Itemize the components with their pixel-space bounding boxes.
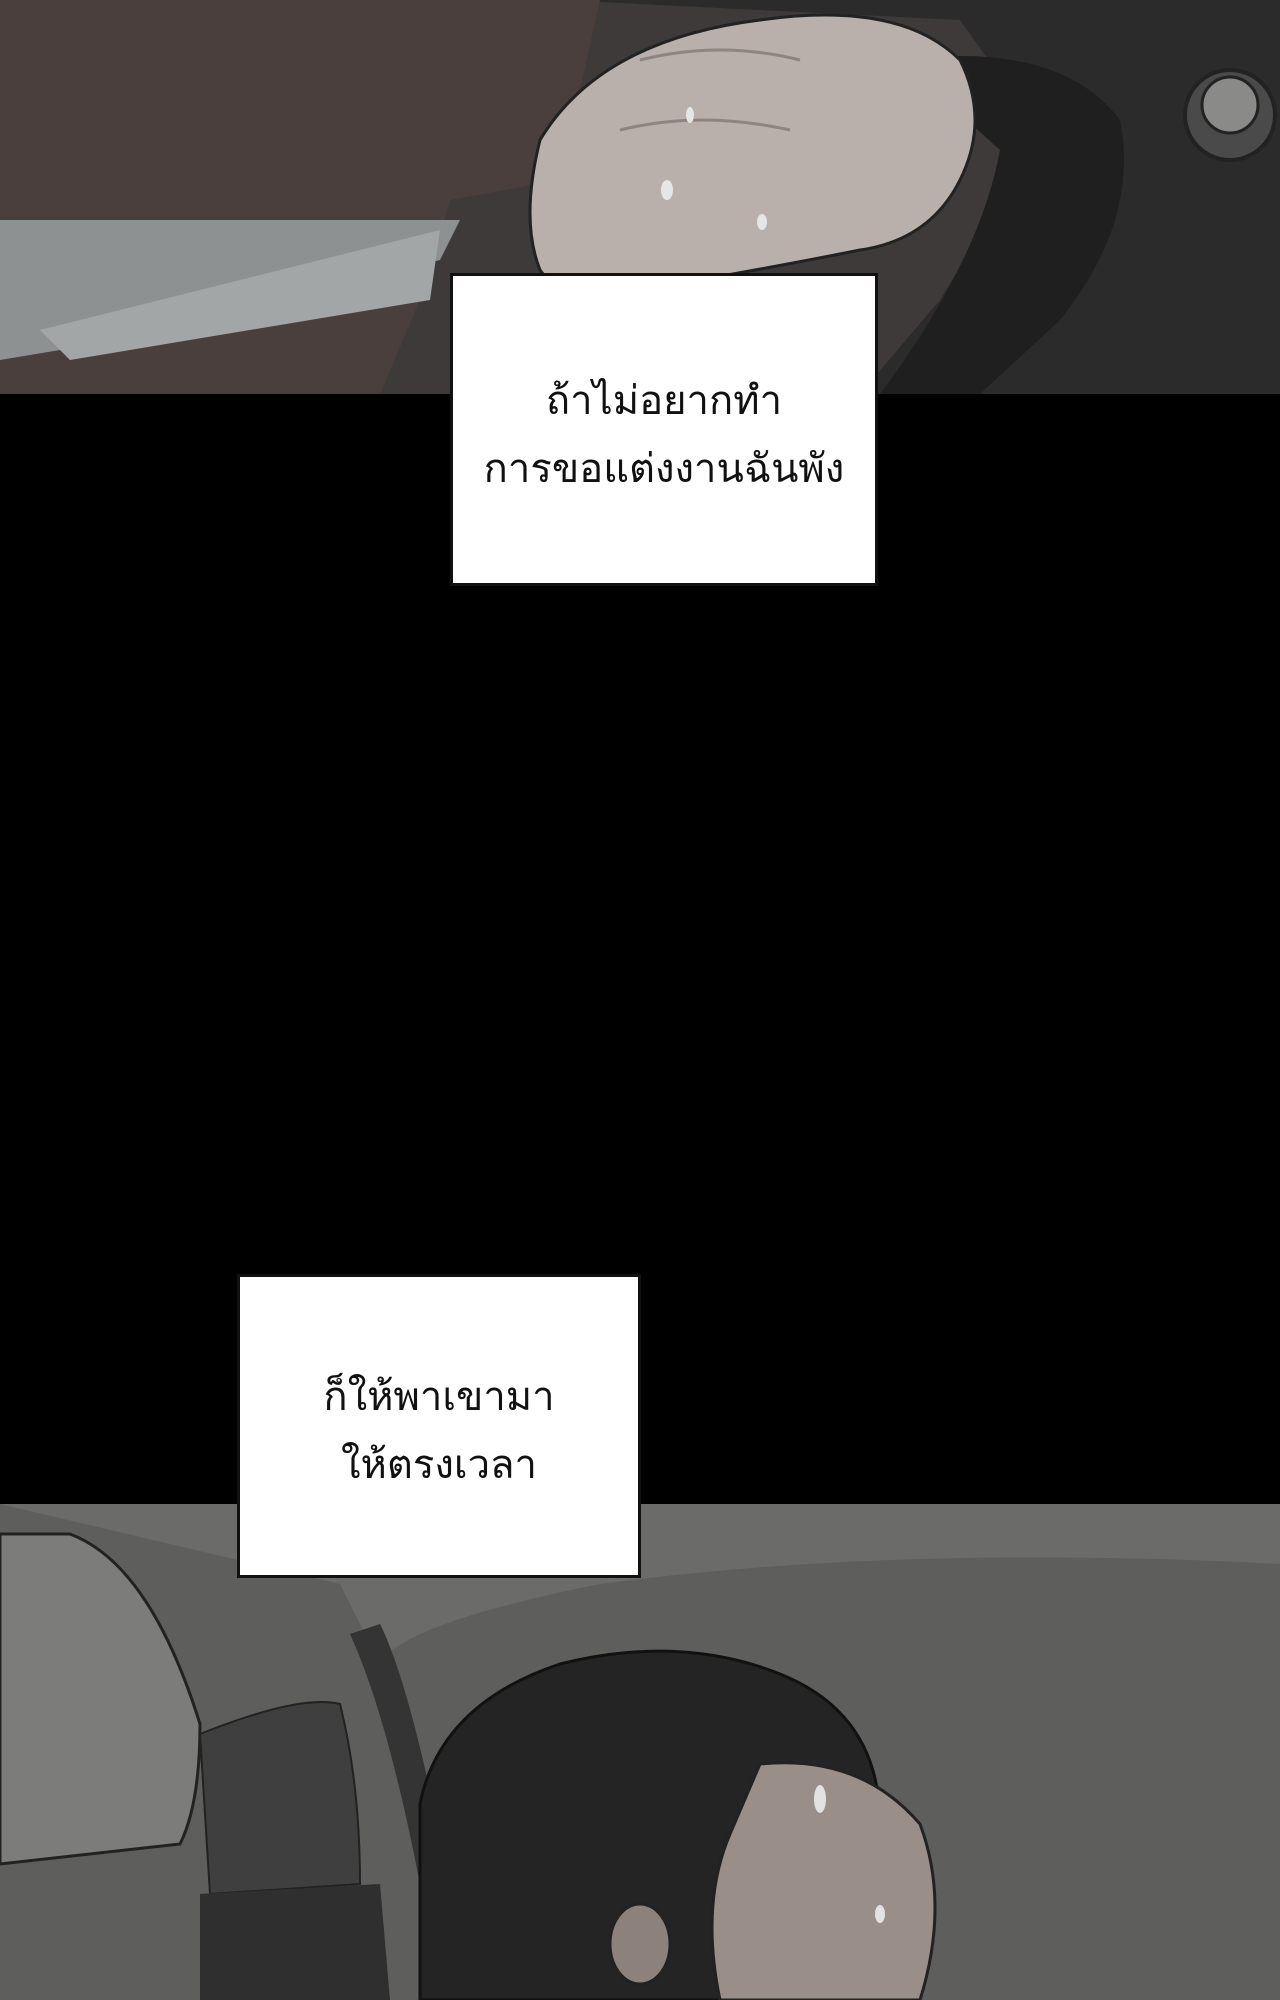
narration-box-1: ถ้าไม่อยากทำ การขอแต่งงานฉันพัง bbox=[450, 273, 878, 586]
narration-1-line-1: ถ้าไม่อยากทำ bbox=[545, 377, 783, 424]
narration-2-line-2: ให้ตรงเวลา bbox=[341, 1442, 537, 1488]
panel-man-in-car bbox=[0, 1504, 1280, 2000]
narration-box-2: ก็ให้พาเขามา ให้ตรงเวลา bbox=[237, 1274, 641, 1578]
narration-1-line-2: การขอแต่งงานฉันพัง bbox=[483, 445, 845, 492]
man-in-car-illustration bbox=[0, 1504, 1280, 2000]
narration-2-line-1: ก็ให้พาเขามา bbox=[323, 1374, 555, 1420]
